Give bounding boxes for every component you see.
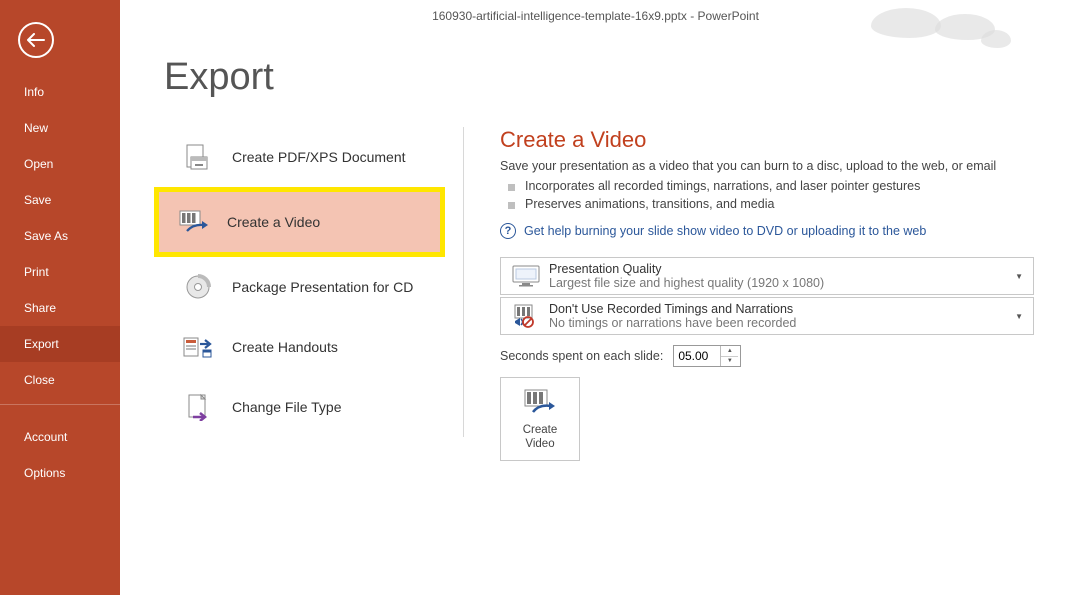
export-option-cd[interactable]: Package Presentation for CD (164, 257, 439, 317)
timings-dropdown[interactable]: Don't Use Recorded Timings and Narration… (500, 297, 1034, 335)
narrations-blocked-icon (509, 304, 543, 328)
back-button[interactable] (18, 22, 54, 58)
timings-title: Don't Use Recorded Timings and Narration… (549, 302, 1009, 316)
filetype-icon (180, 393, 216, 421)
bullet-square-icon (508, 202, 515, 209)
monitor-icon (509, 265, 543, 287)
nav-print[interactable]: Print (0, 254, 120, 290)
nav-open[interactable]: Open (0, 146, 120, 182)
export-option-video[interactable]: Create a Video (159, 192, 440, 252)
nav-export[interactable]: Export (0, 326, 120, 362)
seconds-label: Seconds spent on each slide: (500, 349, 663, 363)
arrow-left-icon (27, 33, 45, 47)
chevron-down-icon: ▼ (1015, 312, 1023, 321)
main-panel: Export Create PDF/XPS Document Create a V… (120, 0, 1071, 595)
quality-dropdown[interactable]: Presentation Quality Largest file size a… (500, 257, 1034, 295)
nav-new[interactable]: New (0, 110, 120, 146)
nav-save-as[interactable]: Save As (0, 218, 120, 254)
export-option-filetype[interactable]: Change File Type (164, 377, 439, 437)
detail-title: Create a Video (500, 127, 1034, 153)
nav-save[interactable]: Save (0, 182, 120, 218)
nav-close[interactable]: Close (0, 362, 120, 398)
detail-bullets: Incorporates all recorded timings, narra… (508, 177, 1034, 213)
cd-icon (180, 274, 216, 300)
seconds-spinner[interactable]: ▲ ▼ (673, 345, 741, 367)
spinner-up[interactable]: ▲ (721, 346, 738, 357)
sidebar-divider (0, 404, 120, 405)
export-option-handouts[interactable]: Create Handouts (164, 317, 439, 377)
bullet-row: Preserves animations, transitions, and m… (508, 195, 1034, 213)
export-option-label: Create a Video (227, 214, 320, 230)
export-detail-panel: Create a Video Save your presentation as… (464, 127, 1054, 461)
chevron-down-icon: ▼ (1015, 272, 1023, 281)
bullet-row: Incorporates all recorded timings, narra… (508, 177, 1034, 195)
export-option-label: Create PDF/XPS Document (232, 149, 406, 165)
highlight-box: Create a Video (154, 187, 445, 257)
nav-info[interactable]: Info (0, 74, 120, 110)
bullet-text: Incorporates all recorded timings, narra… (525, 179, 920, 193)
export-option-label: Package Presentation for CD (232, 279, 413, 295)
quality-sub: Largest file size and highest quality (1… (549, 276, 1009, 290)
video-icon (175, 209, 211, 235)
nav-account[interactable]: Account (0, 419, 120, 455)
handouts-icon (180, 335, 216, 359)
timings-sub: No timings or narrations have been recor… (549, 316, 1009, 330)
export-option-label: Change File Type (232, 399, 341, 415)
create-video-label: Create Video (523, 424, 558, 452)
create-video-button[interactable]: Create Video (500, 377, 580, 461)
seconds-input[interactable] (674, 346, 720, 366)
export-option-label: Create Handouts (232, 339, 338, 355)
detail-subtitle: Save your presentation as a video that y… (500, 159, 1034, 173)
help-link[interactable]: Get help burning your slide show video t… (524, 224, 926, 238)
nav-share[interactable]: Share (0, 290, 120, 326)
help-icon: ? (500, 223, 516, 239)
quality-title: Presentation Quality (549, 262, 1009, 276)
nav-options[interactable]: Options (0, 455, 120, 491)
video-icon (523, 386, 557, 418)
bullet-text: Preserves animations, transitions, and m… (525, 197, 774, 211)
pdf-xps-icon (180, 143, 216, 171)
bullet-square-icon (508, 184, 515, 191)
spinner-down[interactable]: ▼ (721, 357, 738, 367)
export-options-list: Create PDF/XPS Document Create a Video Pac… (164, 127, 464, 437)
backstage-sidebar: InfoNewOpenSaveSave AsPrintShareExportCl… (0, 0, 120, 595)
help-row: ? Get help burning your slide show video… (500, 223, 1034, 239)
export-option-pdfxps[interactable]: Create PDF/XPS Document (164, 127, 439, 187)
page-title: Export (164, 56, 1071, 99)
